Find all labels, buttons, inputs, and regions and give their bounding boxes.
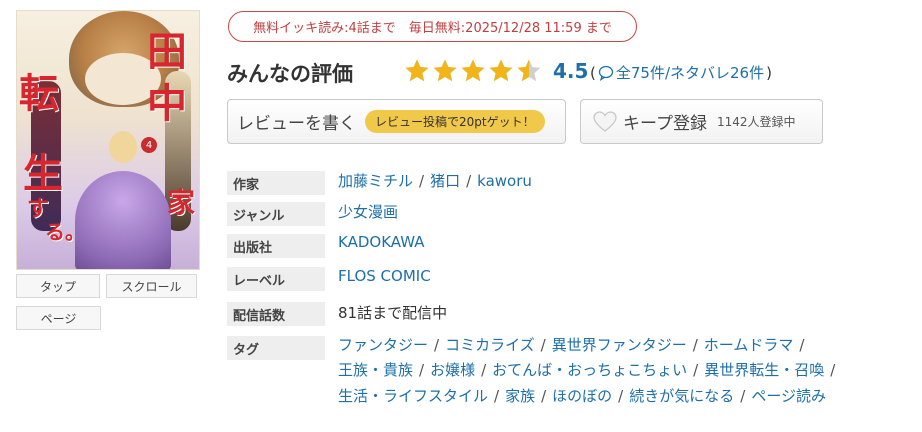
author-link[interactable]: 加藤ミチル bbox=[338, 172, 413, 190]
separator: / bbox=[541, 387, 547, 405]
review-count[interactable]: ( 全75件/ネタバレ26件 ) bbox=[590, 62, 772, 83]
free-reading-banner: 無料イッキ読み:4話まで 毎日無料:2025/12/28 11:59 まで bbox=[228, 11, 637, 42]
tag-link[interactable]: 家族 bbox=[505, 387, 535, 405]
episodes-value: 81話まで配信中 bbox=[338, 304, 448, 322]
comic-cover-image: 田 中 家 転 生 す る。 4 bbox=[16, 10, 200, 270]
review-count-link[interactable]: 全75件/ネタバレ26件 bbox=[616, 62, 764, 83]
rating-stars bbox=[404, 58, 542, 84]
episodes-label: 配信話数 bbox=[227, 302, 325, 326]
review-count-close-paren: ) bbox=[766, 63, 772, 82]
imprint-label: レーベル bbox=[227, 267, 325, 291]
tag-link[interactable]: ファンタジー bbox=[338, 336, 428, 354]
cover-girl-dress bbox=[75, 171, 171, 269]
separator: / bbox=[494, 387, 500, 405]
tags-line: ファンタジー / コミカライズ / 異世界ファンタジー / ホームドラマ / bbox=[338, 334, 810, 355]
view-mode-tap-button[interactable]: タップ bbox=[16, 274, 100, 298]
view-mode-page-button[interactable]: ページ bbox=[16, 306, 101, 330]
tag-link[interactable]: ほのぼの bbox=[552, 387, 612, 405]
separator: / bbox=[466, 172, 472, 190]
genre-link[interactable]: 少女漫画 bbox=[338, 201, 398, 222]
tag-link[interactable]: コミカライズ bbox=[445, 336, 535, 354]
tag-link[interactable]: ホームドラマ bbox=[704, 336, 794, 354]
publisher-label: 出版社 bbox=[227, 234, 325, 258]
separator: / bbox=[692, 336, 698, 354]
tag-link[interactable]: 王族・貴族 bbox=[338, 361, 413, 379]
imprint-link[interactable]: FLOS COMIC bbox=[338, 267, 431, 285]
rating-title: みんなの評価 bbox=[227, 62, 353, 86]
star-icon bbox=[488, 58, 514, 84]
write-review-button[interactable]: レビューを書く レビュー投稿で20ptゲット！ bbox=[227, 99, 566, 144]
separator: / bbox=[693, 361, 699, 379]
separator: / bbox=[540, 336, 546, 354]
tag-link[interactable]: 生活・ライフスタイル bbox=[338, 387, 488, 405]
cover-title-char: 家 bbox=[167, 186, 196, 219]
separator: / bbox=[419, 172, 425, 190]
genre-label: ジャンル bbox=[227, 202, 325, 226]
author-label: 作家 bbox=[227, 171, 325, 195]
separator: / bbox=[481, 361, 487, 379]
cover-volume-badge: 4 bbox=[141, 137, 157, 153]
tags-line: 王族・貴族 / お嬢様 / おてんば・おっちょこちょい / 異世界転生・召喚 / bbox=[338, 359, 841, 380]
write-review-label: レビューを書く bbox=[237, 114, 356, 134]
tags-label: タグ bbox=[227, 336, 325, 360]
tag-link[interactable]: 異世界ファンタジー bbox=[552, 336, 687, 354]
star-icon bbox=[404, 58, 430, 84]
author-link[interactable]: kaworu bbox=[477, 172, 532, 190]
tag-link[interactable]: ページ読み bbox=[751, 387, 826, 405]
separator: / bbox=[830, 361, 836, 379]
separator: / bbox=[419, 361, 425, 379]
cover-title-char: る。 bbox=[45, 220, 85, 244]
cover-title-char: 転 bbox=[19, 70, 59, 117]
keep-register-count: 1142人登録中 bbox=[716, 115, 796, 129]
view-mode-scroll-button[interactable]: スクロール bbox=[106, 274, 197, 298]
separator: / bbox=[799, 336, 805, 354]
publisher-link[interactable]: KADOKAWA bbox=[338, 233, 424, 251]
author-link[interactable]: 猪口 bbox=[430, 172, 460, 190]
tag-link[interactable]: おてんば・おっちょこちょい bbox=[492, 361, 687, 379]
tags-line: 生活・ライフスタイル / 家族 / ほのぼの / 続きが気になる / ページ読み bbox=[338, 385, 826, 406]
star-icon bbox=[460, 58, 486, 84]
author-list: 加藤ミチル / 猪口 / kaworu bbox=[338, 170, 532, 191]
tag-link[interactable]: お嬢様 bbox=[430, 361, 475, 379]
keep-register-label: キープ登録 bbox=[623, 114, 707, 134]
rating-score: 4.5 bbox=[553, 59, 589, 83]
separator: / bbox=[618, 387, 624, 405]
keep-register-button[interactable]: キープ登録 1142人登録中 bbox=[580, 99, 823, 144]
review-count-open-paren: ( bbox=[590, 63, 596, 82]
separator: / bbox=[740, 387, 746, 405]
cover-girl-head bbox=[109, 131, 137, 163]
tag-link[interactable]: 異世界転生・召喚 bbox=[704, 361, 824, 379]
separator: / bbox=[434, 336, 440, 354]
star-icon bbox=[516, 58, 542, 84]
heart-icon bbox=[593, 110, 617, 133]
cover-title-char: 田 bbox=[147, 28, 187, 75]
speech-bubble-icon bbox=[598, 65, 614, 81]
star-icon bbox=[432, 58, 458, 84]
review-point-badge: レビュー投稿で20ptゲット！ bbox=[365, 110, 545, 133]
tag-link[interactable]: 続きが気になる bbox=[629, 387, 734, 405]
cover-title-char: 中 bbox=[147, 80, 187, 127]
